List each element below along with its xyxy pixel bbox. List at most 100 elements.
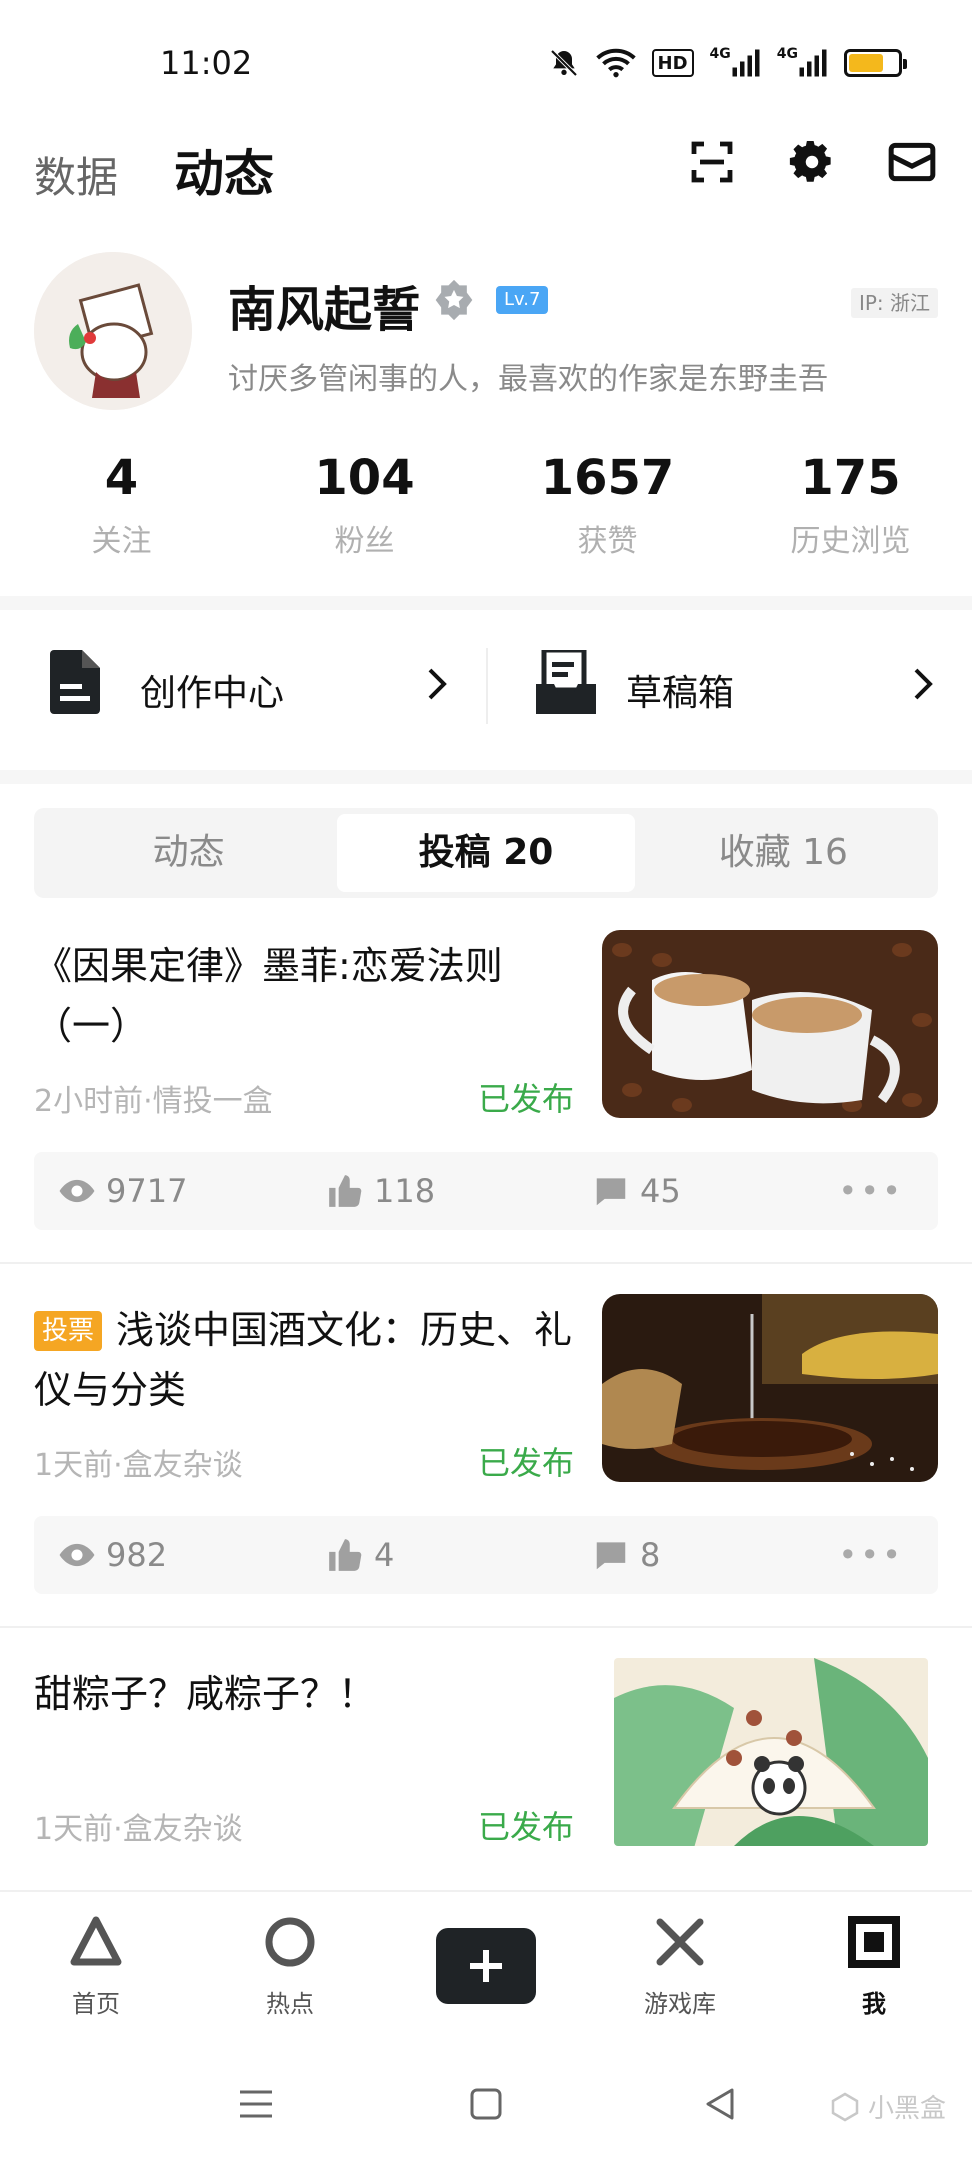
level-badge: Lv.7 [496,286,549,314]
create-post-button[interactable] [436,1928,536,2004]
menu-icon[interactable] [236,2084,276,2124]
more-options-icon[interactable]: ••• [838,1536,904,1574]
stat-value: 4 [104,450,139,506]
comment-icon [596,1542,626,1570]
views-count: 9717 [106,1172,188,1210]
post-status: 已发布 [478,1080,575,1118]
home-square-icon[interactable] [466,2084,506,2124]
nav-home[interactable]: 首页 [36,1914,156,2019]
views-stat: 982 [58,1536,167,1574]
post-status: 已发布 [478,1808,575,1846]
watermark-logo-icon [831,2092,859,2121]
likes-stat[interactable]: 4 [326,1536,394,1574]
views-count: 982 [106,1536,168,1574]
section-divider [0,596,972,610]
status-icons: HD 4G 4G [548,46,907,80]
stat-label: 历史浏览 [790,524,911,559]
verified-icon [432,278,476,322]
top-nav: 数据 动态 [0,120,972,220]
watermark: 小黑盒 [830,2088,946,2125]
stat-followers[interactable]: 104 粉丝 [243,450,486,580]
nav-data-tab[interactable]: 数据 [34,144,118,205]
post-title-text: 浅谈中国酒文化：历史、礼仪与分类 [34,1308,573,1412]
post-thumbnail[interactable] [602,930,938,1118]
post-card[interactable]: 《因果定律》墨菲:恋爱法则（一） 2小时前·情投一盒 已发布 9717 118 … [0,930,972,1250]
post-title[interactable]: 投票 浅谈中国酒文化：历史、礼仪与分类 [34,1300,574,1420]
eye-icon [59,1179,95,1203]
avatar[interactable] [34,252,192,410]
scan-icon[interactable] [686,136,738,188]
mail-icon[interactable] [886,136,938,188]
status-time: 11:02 [160,44,253,82]
cross-icon [652,1914,708,1970]
system-nav-bar: 小黑盒 [0,2040,972,2160]
nav-game-library[interactable]: 游戏库 [620,1914,740,2019]
comments-stat[interactable]: 8 [592,1536,660,1574]
battery-level [849,54,883,72]
stat-history[interactable]: 175 历史浏览 [729,450,972,580]
stats-row: 4 关注 104 粉丝 1657 获赞 175 历史浏览 [0,450,972,580]
triangle-icon [68,1914,124,1970]
section-divider [0,770,972,784]
tab-submissions[interactable]: 投稿 20 [337,814,635,892]
nav-label: 首页 [72,1990,120,2018]
circle-icon [262,1914,318,1970]
post-card[interactable]: 甜粽子？咸粽子？！ 1天前·盒友杂谈 已发布 [0,1658,972,1888]
comments-stat[interactable]: 45 [592,1172,681,1210]
chevron-right-icon [912,666,936,702]
stat-label: 关注 [91,524,152,559]
stat-value: 175 [800,450,901,506]
signal-icon-1: 4G [710,46,761,80]
gear-icon[interactable] [786,136,838,188]
stat-value: 104 [314,450,415,506]
shortcut-divider [486,648,488,724]
stat-likes[interactable]: 1657 获赞 [486,450,729,580]
post-title[interactable]: 《因果定律》墨菲:恋爱法则（一） [34,936,574,1056]
stat-label: 获赞 [577,524,638,559]
nav-dynamic-tab[interactable]: 动态 [174,134,274,206]
vote-tag: 投票 [34,1311,103,1351]
views-stat: 9717 [58,1172,187,1210]
likes-count: 4 [374,1536,395,1574]
tab-favorites[interactable]: 收藏 16 [635,814,932,892]
drafts-button[interactable]: 草稿箱 [486,620,972,750]
username: 南风起誓 [228,282,421,338]
content-tabs: 动态 投稿 20 收藏 16 [34,808,938,898]
likes-stat[interactable]: 118 [326,1172,435,1210]
back-icon[interactable] [700,2084,740,2124]
tab-dynamic[interactable]: 动态 [40,814,337,892]
document-icon [50,650,100,714]
status-bar: 11:02 HD 4G 4G [0,0,972,120]
wifi-icon [595,46,636,80]
post-title[interactable]: 甜粽子？咸粽子？！ [34,1664,574,1724]
battery-icon [844,49,907,77]
bio: 讨厌多管闲事的人，最喜欢的作家是东野圭吾 [228,362,828,397]
nav-label: 热点 [266,1990,314,2018]
post-stats-bar: 9717 118 45 ••• [34,1152,938,1230]
post-card[interactable]: 投票 浅谈中国酒文化：历史、礼仪与分类 1天前·盒友杂谈 已发布 982 4 8 … [0,1294,972,1614]
post-thumbnail[interactable] [614,1658,928,1846]
post-meta: 1天前·盒友杂谈 [34,1448,243,1483]
nav-actions [686,136,938,188]
ip-location: IP: 浙江 [850,288,938,318]
stat-label: 粉丝 [334,524,395,559]
creation-center-button[interactable]: 创作中心 [0,620,486,750]
eye-icon [59,1543,95,1567]
likes-count: 118 [374,1172,436,1210]
plus-icon [470,1950,502,1982]
stat-value: 1657 [540,450,675,506]
post-meta: 2小时前·情投一盒 [34,1084,273,1119]
more-options-icon[interactable]: ••• [838,1172,904,1210]
nav-label: 游戏库 [644,1990,716,2018]
stat-following[interactable]: 4 关注 [0,450,243,580]
nav-hot[interactable]: 热点 [230,1914,350,2019]
post-thumbnail[interactable] [602,1294,938,1482]
profile-header: 南风起誓 Lv.7 IP: 浙江 讨厌多管闲事的人，最喜欢的作家是东野圭吾 [0,250,972,420]
shortcut-label: 草稿箱 [626,673,735,714]
nav-me[interactable]: 我 [814,1914,934,2019]
drafts-icon [536,647,596,714]
post-status: 已发布 [478,1444,575,1482]
signal-icon-2: 4G [777,46,828,80]
shortcut-label: 创作中心 [140,673,285,714]
post-meta: 1天前·盒友杂谈 [34,1812,243,1847]
